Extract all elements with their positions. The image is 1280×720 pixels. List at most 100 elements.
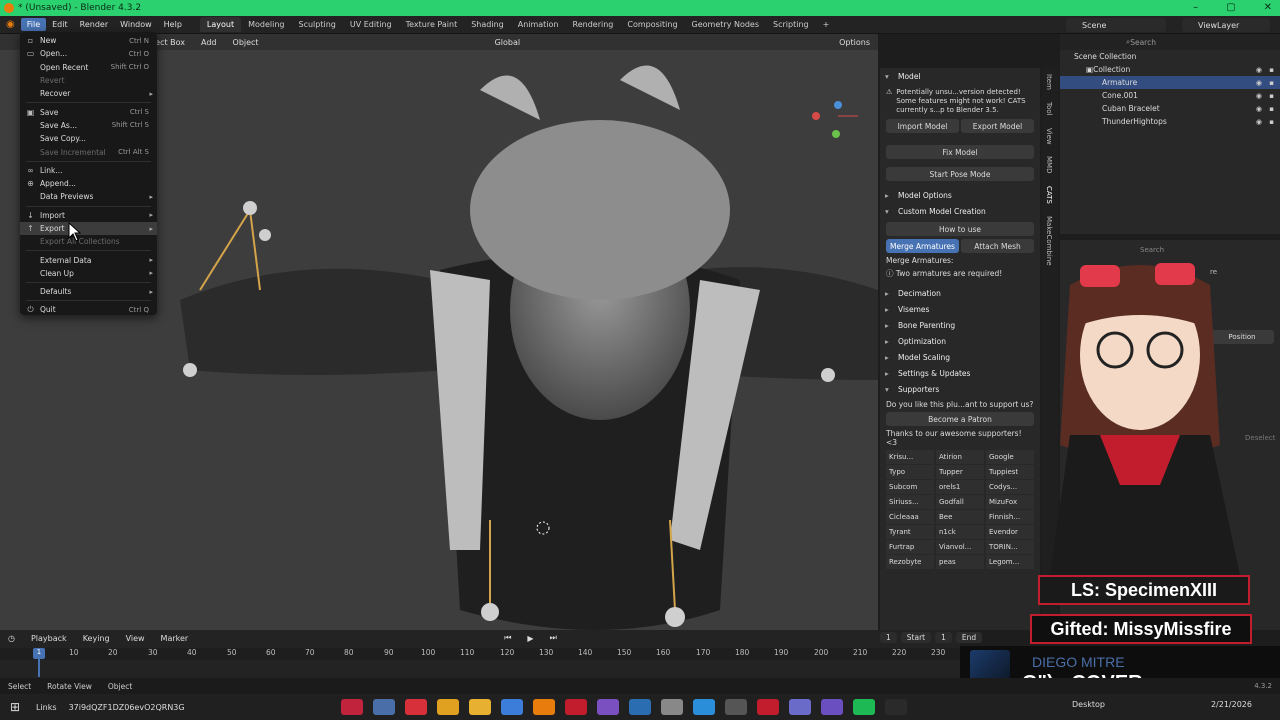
minimize-icon[interactable]: – bbox=[1193, 2, 1198, 13]
tab-geometry-nodes[interactable]: Geometry Nodes bbox=[685, 17, 766, 32]
x-icon[interactable] bbox=[884, 699, 907, 715]
eye-icon[interactable]: ◉ bbox=[1256, 66, 1262, 74]
menu-item-save[interactable]: ▣ Save Ctrl S bbox=[20, 105, 157, 118]
tab-modeling[interactable]: Modeling bbox=[241, 17, 291, 32]
tab-item[interactable]: Item bbox=[1042, 68, 1056, 96]
outliner-item-thunderhightops[interactable]: ThunderHightops ◉ ▪ bbox=[1060, 115, 1280, 128]
jump-start-icon[interactable]: ⏮ bbox=[496, 633, 519, 643]
become-patron-button[interactable]: Become a Patron bbox=[886, 412, 1034, 426]
supporter-button[interactable]: MizuFox bbox=[986, 495, 1034, 509]
supporter-button[interactable]: Siriuss... bbox=[886, 495, 934, 509]
menu-item-data-previews[interactable]: Data Previews ▸ bbox=[20, 190, 157, 203]
app-icon[interactable] bbox=[596, 699, 619, 715]
windows-start-icon[interactable]: ⊞ bbox=[0, 700, 30, 714]
section-model[interactable]: Model bbox=[880, 68, 1040, 84]
menu-item-import[interactable]: ↓ Import ▸ bbox=[20, 209, 157, 222]
supporter-button[interactable]: Atirion bbox=[936, 450, 984, 464]
supporter-button[interactable]: Tuppiest bbox=[986, 465, 1034, 479]
supporter-button[interactable]: Cicleaaa bbox=[886, 510, 934, 524]
section-supporters[interactable]: Supporters bbox=[880, 381, 1040, 397]
menu-item-clean-up[interactable]: Clean Up ▸ bbox=[20, 267, 157, 280]
menu-item-append[interactable]: ⊕ Append... bbox=[20, 177, 157, 190]
app-icon[interactable] bbox=[436, 699, 459, 715]
section-optimization[interactable]: Optimization bbox=[880, 333, 1040, 349]
app-icon[interactable] bbox=[500, 699, 523, 715]
keying-menu[interactable]: Keying bbox=[75, 634, 118, 643]
menu-file[interactable]: File bbox=[20, 18, 47, 31]
object-menu[interactable]: Object bbox=[225, 38, 267, 47]
supporter-button[interactable]: Furtrap bbox=[886, 540, 934, 554]
supporter-button[interactable]: Evendor bbox=[986, 525, 1034, 539]
add-workspace-button[interactable]: + bbox=[816, 17, 837, 32]
tab-uv-editing[interactable]: UV Editing bbox=[343, 17, 399, 32]
view-layer-selector[interactable]: ViewLayer bbox=[1182, 18, 1270, 32]
attach-mesh-tab[interactable]: Attach Mesh bbox=[961, 239, 1034, 253]
menu-render[interactable]: Render bbox=[74, 18, 114, 31]
menu-item-revert[interactable]: Revert bbox=[20, 74, 157, 87]
menu-help[interactable]: Help bbox=[158, 18, 188, 31]
outliner-scene-collection[interactable]: Scene Collection bbox=[1060, 50, 1280, 63]
menu-item-open[interactable]: ▭ Open... Ctrl O bbox=[20, 47, 157, 60]
tab-view[interactable]: View bbox=[1042, 122, 1056, 151]
camera-icon[interactable]: ▪ bbox=[1269, 105, 1274, 113]
supporter-button[interactable]: Codys... bbox=[986, 480, 1034, 494]
menu-item-export-all-collections[interactable]: Export All Collections bbox=[20, 235, 157, 248]
tab-scripting[interactable]: Scripting bbox=[766, 17, 816, 32]
opera-icon[interactable] bbox=[404, 699, 427, 715]
menu-item-recover[interactable]: Recover ▸ bbox=[20, 87, 157, 100]
app-icon[interactable] bbox=[788, 699, 811, 715]
playback-menu[interactable]: Playback bbox=[23, 634, 75, 643]
menu-item-open-recent[interactable]: Open Recent Shift Ctrl O bbox=[20, 61, 157, 74]
options-dropdown[interactable]: Options bbox=[831, 38, 878, 47]
jump-end-icon[interactable]: ⏭ bbox=[542, 633, 565, 643]
section-model-options[interactable]: Model Options bbox=[880, 187, 1040, 203]
supporter-button[interactable]: Google bbox=[986, 450, 1034, 464]
add-menu[interactable]: Add bbox=[193, 38, 225, 47]
tab-mmd[interactable]: MMD bbox=[1042, 150, 1056, 179]
supporter-button[interactable]: Krisu... bbox=[886, 450, 934, 464]
scene-selector[interactable]: Scene bbox=[1066, 18, 1166, 32]
supporter-button[interactable]: peas bbox=[936, 555, 984, 569]
clock-icon[interactable]: ◷ bbox=[0, 634, 23, 643]
camera-icon[interactable]: ▪ bbox=[1269, 79, 1274, 87]
import-model-button[interactable]: Import Model bbox=[886, 119, 959, 133]
start-pose-mode-button[interactable]: Start Pose Mode bbox=[886, 167, 1034, 181]
menu-item-save-as[interactable]: Save As... Shift Ctrl S bbox=[20, 119, 157, 132]
menu-item-quit[interactable]: ⏻ Quit Ctrl Q bbox=[20, 303, 157, 316]
timeline-ruler[interactable]: 10 20 30 40 50 60 70 80 90 100 110 120 1… bbox=[0, 648, 960, 660]
app-icon[interactable] bbox=[340, 699, 363, 715]
maximize-icon[interactable]: ▢ bbox=[1226, 2, 1235, 13]
tab-rendering[interactable]: Rendering bbox=[566, 17, 621, 32]
supporter-button[interactable]: Tupper bbox=[936, 465, 984, 479]
menu-item-link[interactable]: ∞ Link... bbox=[20, 164, 157, 177]
supporter-button[interactable]: orels1 bbox=[936, 480, 984, 494]
how-to-use-button[interactable]: How to use bbox=[886, 222, 1034, 236]
outliner-item-armature[interactable]: Armature ◉ ▪ bbox=[1060, 76, 1280, 89]
app-icon[interactable] bbox=[756, 699, 779, 715]
supporter-button[interactable]: Bee bbox=[936, 510, 984, 524]
menu-item-defaults[interactable]: Defaults ▸ bbox=[20, 285, 157, 298]
app-icon[interactable] bbox=[372, 699, 395, 715]
outliner-collection[interactable]: ▣ Collection ◉ ▪ bbox=[1060, 63, 1280, 76]
app-icon[interactable] bbox=[724, 699, 747, 715]
steam-icon[interactable] bbox=[628, 699, 651, 715]
camera-icon[interactable]: ▪ bbox=[1269, 118, 1274, 126]
section-custom-model-creation[interactable]: Custom Model Creation bbox=[880, 203, 1040, 219]
tab-layout[interactable]: Layout bbox=[199, 17, 242, 32]
camera-icon[interactable]: ▪ bbox=[1269, 66, 1274, 74]
eye-icon[interactable]: ◉ bbox=[1256, 79, 1262, 87]
start-frame-field[interactable]: 1 bbox=[935, 632, 952, 643]
marker-menu[interactable]: Marker bbox=[153, 634, 197, 643]
menu-item-save-incremental[interactable]: Save Incremental Ctrl Alt S bbox=[20, 145, 157, 158]
section-visemes[interactable]: Visemes bbox=[880, 301, 1040, 317]
playhead[interactable]: 1 bbox=[33, 648, 45, 659]
app-icon[interactable] bbox=[564, 699, 587, 715]
supporter-button[interactable]: Vianvol... bbox=[936, 540, 984, 554]
current-frame-field[interactable]: 1 bbox=[880, 632, 897, 643]
orientation-dropdown[interactable]: Global bbox=[487, 38, 529, 47]
tab-cats[interactable]: CATS bbox=[1042, 180, 1056, 210]
eye-icon[interactable]: ◉ bbox=[1256, 105, 1262, 113]
section-bone-parenting[interactable]: Bone Parenting bbox=[880, 317, 1040, 333]
section-settings-updates[interactable]: Settings & Updates bbox=[880, 365, 1040, 381]
supporter-button[interactable]: Tyrant bbox=[886, 525, 934, 539]
